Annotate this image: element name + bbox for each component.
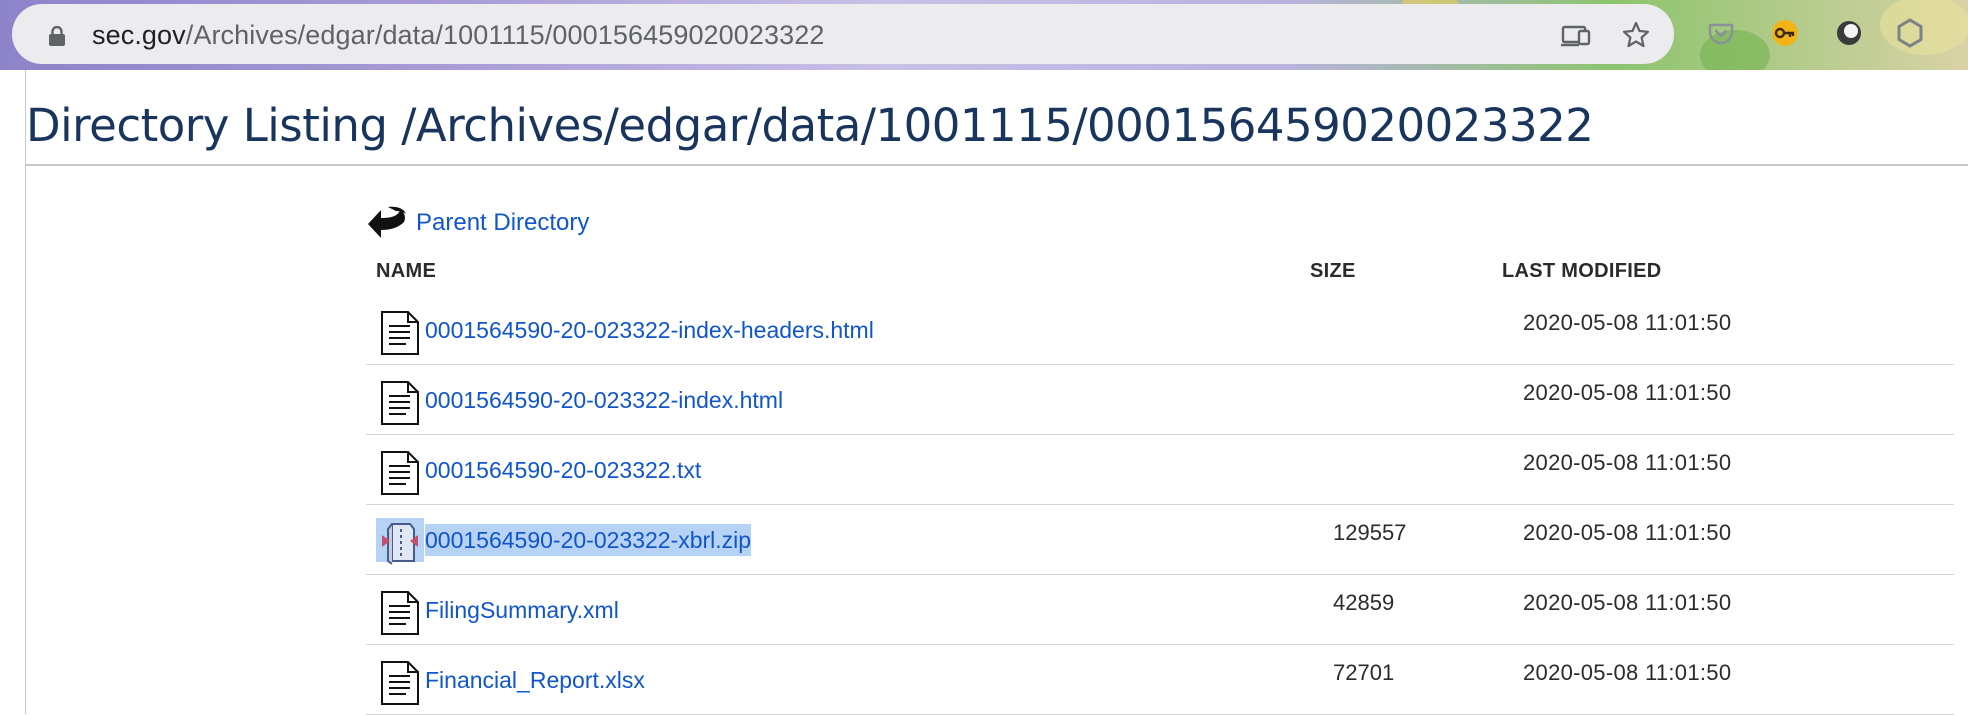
file-link[interactable]: 0001564590-20-023322-index-headers.html (425, 314, 874, 346)
document-icon (381, 311, 419, 355)
page-title: Directory Listing /Archives/edgar/data/1… (26, 99, 1594, 152)
file-last-modified: 2020-05-08 11:01:50 (1523, 660, 1732, 685)
file-link[interactable]: Financial_Report.xlsx (425, 664, 645, 696)
hexagon-extension-icon[interactable] (1895, 18, 1925, 48)
document-icon (381, 591, 419, 635)
lock-icon[interactable] (48, 26, 66, 46)
table-row: 0001564590-20-023322-index.html 2020-05-… (366, 364, 1954, 435)
column-header-name: NAME (376, 260, 437, 282)
column-header-size: SIZE (1310, 260, 1356, 282)
file-size: 72701 (1333, 660, 1395, 685)
file-link[interactable]: 0001564590-20-023322.txt (425, 454, 701, 486)
table-row: 0001564590-20-023322-xbrl.zip 129557 202… (366, 504, 1954, 575)
file-link[interactable]: 0001564590-20-023322-index.html (425, 384, 783, 416)
bookmark-star-icon[interactable] (1620, 19, 1652, 51)
pocket-icon[interactable] (1706, 18, 1736, 48)
archive-icon (382, 523, 418, 565)
title-divider (26, 164, 1968, 166)
browser-toolbar: sec.gov/Archives/edgar/data/1001115/0001… (0, 0, 1968, 70)
cast-icon[interactable] (1560, 19, 1592, 51)
circle-extension-icon[interactable] (1834, 18, 1864, 48)
table-row: 0001564590-20-023322.txt 2020-05-08 11:0… (366, 434, 1954, 505)
parent-directory-label: Parent Directory (416, 209, 590, 236)
table-row: FilingSummary.xml 42859 2020-05-08 11:01… (366, 574, 1954, 645)
file-last-modified: 2020-05-08 11:01:50 (1523, 310, 1732, 335)
parent-directory-link[interactable]: Parent Directory (366, 200, 589, 246)
url-text[interactable]: sec.gov/Archives/edgar/data/1001115/0001… (92, 20, 825, 50)
file-last-modified: 2020-05-08 11:01:50 (1523, 450, 1732, 475)
file-size: 129557 (1333, 520, 1407, 545)
file-link[interactable]: 0001564590-20-023322-xbrl.zip (425, 524, 752, 556)
file-last-modified: 2020-05-08 11:01:50 (1523, 380, 1732, 405)
directory-listing-page: Directory Listing /Archives/edgar/data/1… (25, 70, 1968, 715)
file-last-modified: 2020-05-08 11:01:50 (1523, 520, 1732, 545)
table-row: 0001564590-20-023322-index-headers.html … (366, 294, 1954, 365)
document-icon (381, 451, 419, 495)
file-link[interactable]: FilingSummary.xml (425, 594, 619, 626)
file-size: 42859 (1333, 590, 1395, 615)
back-arrow-icon (368, 206, 406, 238)
key-extension-icon[interactable] (1770, 18, 1800, 48)
address-bar[interactable]: sec.gov/Archives/edgar/data/1001115/0001… (12, 4, 1674, 64)
file-last-modified: 2020-05-08 11:01:50 (1523, 590, 1732, 615)
table-row: Financial_Report.xlsx 72701 2020-05-08 1… (366, 644, 1954, 715)
document-icon (381, 381, 419, 425)
column-header-last-modified: LAST MODIFIED (1502, 260, 1662, 282)
document-icon (381, 661, 419, 705)
